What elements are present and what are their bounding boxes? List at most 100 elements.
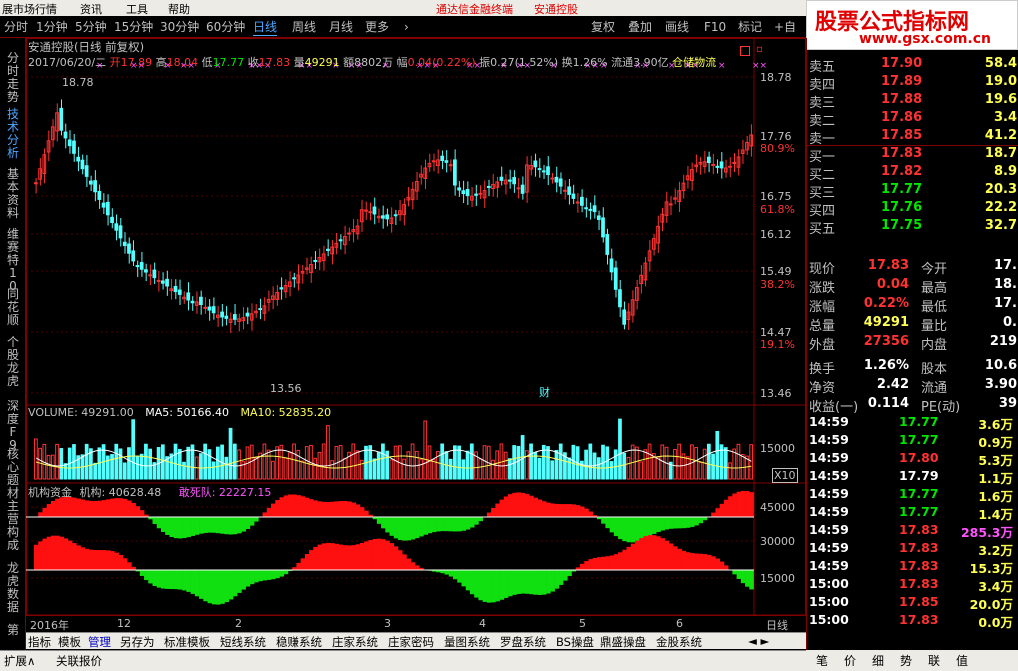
btab[interactable]: 量图系统	[444, 634, 490, 650]
jg-area-bar	[448, 517, 454, 532]
btab-manage[interactable]: 管理	[88, 634, 111, 650]
order-row[interactable]: 买四 17.76 22.2	[807, 200, 1018, 219]
menu-tools[interactable]: 工具	[126, 1, 148, 17]
order-row[interactable]: 买五 17.75 32.7	[807, 218, 1018, 237]
rtab-value[interactable]: 值	[956, 652, 968, 669]
period-tab[interactable]: 60分钟	[206, 18, 245, 36]
order-row[interactable]: 卖二 17.86 3.4	[807, 110, 1018, 129]
jg-area-bar	[156, 517, 162, 529]
quote-cell: 1.26%	[863, 358, 909, 373]
tab-nav-arrows[interactable]: ◄ ►	[748, 634, 769, 648]
tab-tonghuashun[interactable]: 同花顺	[6, 288, 20, 327]
ad-link-2[interactable]: 安通控股	[534, 1, 578, 17]
tab-technical[interactable]: 技术分析	[6, 108, 20, 160]
gsd-area-bar	[524, 570, 530, 594]
order-row[interactable]: 买二 17.82 8.9	[807, 164, 1018, 183]
btab[interactable]: BS操盘	[556, 634, 594, 650]
period-tab[interactable]: 15分钟	[114, 18, 153, 36]
btab[interactable]: 金股系统	[656, 634, 702, 650]
gsd-area-bar	[139, 570, 145, 576]
tab-weisaite[interactable]: 维赛特10	[6, 228, 20, 293]
draw-line-button[interactable]: 画线	[665, 18, 689, 36]
order-row[interactable]: 卖四 17.89 19.0	[807, 74, 1018, 93]
jg-area-bar	[173, 517, 179, 539]
ad-link-1[interactable]: 通达信金融终端	[436, 1, 513, 17]
period-tab[interactable]: 周线	[292, 18, 316, 36]
btab[interactable]: 庄家密码	[388, 634, 434, 650]
gsd-area-bar	[516, 570, 522, 594]
candle-up	[148, 274, 153, 277]
btab[interactable]: 罗盘系统	[500, 634, 546, 650]
rtab-price[interactable]: 价	[844, 652, 856, 669]
f10-button[interactable]: F10	[704, 18, 726, 36]
tab-more[interactable]: 第	[6, 624, 20, 637]
period-tab[interactable]: 更多	[365, 18, 389, 36]
menu-market[interactable]: 展市场行情	[2, 1, 57, 17]
gsd-area-bar	[228, 570, 234, 600]
more-arrow-icon[interactable]: ›	[404, 18, 409, 36]
quote-cell: 涨幅	[809, 300, 836, 315]
volume-bar	[296, 449, 301, 480]
gsd-area-bar	[207, 570, 213, 604]
jg-area-bar	[575, 505, 581, 517]
jg-area-bar	[571, 504, 577, 517]
tab-longhu[interactable]: 个股龙虎	[6, 336, 20, 388]
chart-area[interactable]: 18.78 17.76 80.9% 16.75 61.8% 16.12 15.49 38.2%…	[26, 38, 806, 632]
btab[interactable]: 鼎盛操盘	[600, 634, 646, 650]
btab[interactable]: 标准模板	[164, 634, 210, 650]
jg-area-bar	[292, 494, 297, 517]
order-row[interactable]: 卖一 17.85 41.2	[807, 128, 1018, 147]
restore-right-button[interactable]: 复权	[591, 18, 615, 36]
rtab-link[interactable]: 联	[928, 652, 940, 669]
tab-basic[interactable]: 基本资料	[6, 168, 20, 220]
jg-area-bar	[177, 517, 183, 539]
period-tab[interactable]: 1分钟	[36, 18, 68, 36]
window-icon[interactable]: ▫	[756, 44, 763, 55]
order-row[interactable]: 买三 17.77 20.3	[807, 182, 1018, 201]
expand-button[interactable]: 扩展∧	[4, 653, 35, 669]
period-tab[interactable]: 30分钟	[160, 18, 199, 36]
custom-button[interactable]: +自	[774, 18, 796, 36]
period-tab[interactable]: 5分钟	[75, 18, 107, 36]
volume-bar	[351, 443, 356, 480]
tab-business[interactable]: 主营构成	[6, 500, 20, 552]
tab-depth[interactable]: 深度F9	[6, 400, 20, 452]
jg-area-bar	[190, 517, 196, 536]
overlay-button[interactable]: 叠加	[628, 18, 652, 36]
candle-down	[554, 176, 559, 183]
tab-longhu-data[interactable]: 龙虎数据	[6, 562, 20, 614]
jg-area-bar	[326, 501, 331, 517]
tab-core[interactable]: 核心题材	[6, 448, 20, 500]
related-quote-button[interactable]: 关联报价	[56, 653, 102, 669]
btab[interactable]: 模板	[58, 634, 81, 650]
candle-down	[453, 159, 457, 186]
order-row[interactable]: 卖五 17.90 58.4	[807, 56, 1018, 75]
kline-chart[interactable]: 18.7817.7680.9%16.7561.8%16.1215.4938.2%…	[26, 38, 806, 616]
tab-timeshare[interactable]: 分时走势	[6, 52, 20, 104]
btab[interactable]: 稳赚系统	[276, 634, 322, 650]
btab[interactable]: 指标	[28, 634, 51, 650]
gsd-area-bar	[668, 543, 674, 570]
rtab-trades[interactable]: 笔	[816, 652, 828, 669]
order-row[interactable]: 卖三 17.88 19.6	[807, 92, 1018, 111]
close-panel-icon[interactable]	[740, 46, 750, 56]
order-cell: 19.0	[984, 74, 1017, 89]
tick-row: 15:00 17.83 0.0万	[807, 612, 1018, 630]
price-tick-label: 19.1%	[760, 338, 795, 351]
period-tab-daily[interactable]: 日线	[253, 18, 278, 36]
order-cell: 17.90	[881, 56, 923, 71]
menu-help[interactable]: 帮助	[168, 1, 190, 17]
btab[interactable]: 另存为	[120, 634, 155, 650]
mark-button[interactable]: 标记	[738, 18, 762, 36]
candle-down	[715, 165, 720, 168]
rtab-detail[interactable]: 细	[872, 652, 884, 669]
volume-bar	[262, 443, 267, 480]
period-tab[interactable]: 月线	[329, 18, 353, 36]
btab[interactable]: 庄家系统	[332, 634, 378, 650]
order-row[interactable]: 买一 17.83 18.7	[807, 146, 1018, 165]
menu-news[interactable]: 资讯	[80, 1, 102, 17]
rtab-trend[interactable]: 势	[900, 652, 912, 669]
btab[interactable]: 短线系统	[220, 634, 266, 650]
period-tab[interactable]: 分时	[4, 18, 28, 36]
jg-area-bar	[651, 517, 657, 534]
